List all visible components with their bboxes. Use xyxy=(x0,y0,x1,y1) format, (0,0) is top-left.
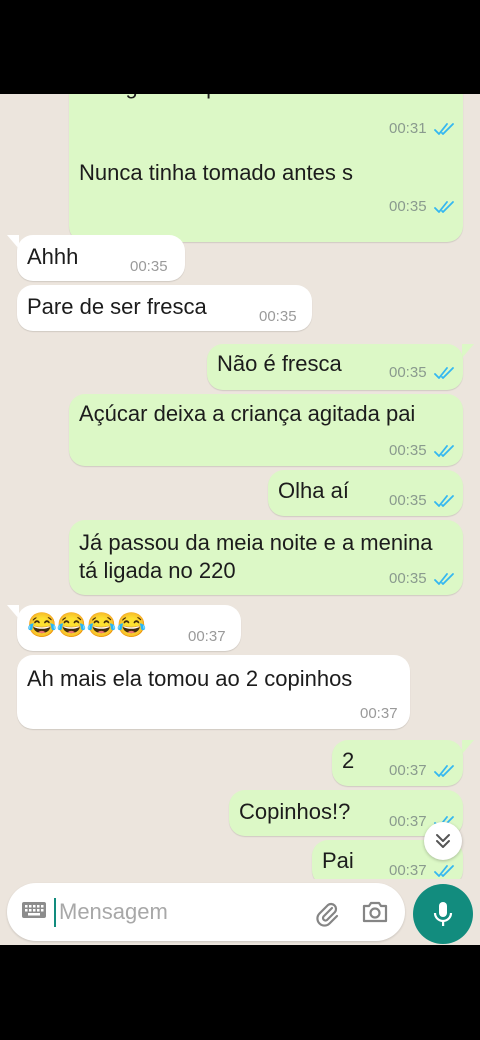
message-text: 2 xyxy=(342,748,355,773)
message-list[interactable]: Refrigerante pai? Ela só tem 3 anos 00:3… xyxy=(0,94,480,879)
bubble-tail xyxy=(462,344,474,358)
message-outgoing[interactable]: Refrigerante pai? Ela só tem 3 anos 00:3… xyxy=(69,94,463,242)
message-time: 00:37 xyxy=(188,628,226,645)
message-incoming[interactable]: Ahhh 00:35 xyxy=(17,235,185,281)
scroll-to-bottom-button[interactable] xyxy=(424,822,462,860)
message-text: Não é fresca xyxy=(217,351,342,376)
chat-screen: Refrigerante pai? Ela só tem 3 anos 00:3… xyxy=(0,94,480,945)
message-outgoing[interactable]: 2 00:37 xyxy=(332,740,463,786)
message-time: 00:35 xyxy=(130,258,168,275)
double-check-icon xyxy=(434,572,456,586)
message-text: Nunca tinha tomado antes s xyxy=(79,160,353,185)
mic-button[interactable] xyxy=(413,884,473,944)
message-time: 00:37 xyxy=(389,862,427,879)
message-text: Ah mais ela tomou ao 2 copinhos xyxy=(27,666,353,691)
double-check-icon xyxy=(434,122,456,136)
message-text: Açúcar deixa a criança agitada pai xyxy=(79,401,416,426)
double-check-icon xyxy=(434,366,456,380)
message-time: 00:37 xyxy=(360,705,398,722)
mic-icon xyxy=(433,902,453,926)
message-time: 00:31 xyxy=(389,120,427,137)
message-time: 00:35 xyxy=(259,308,297,325)
double-check-icon xyxy=(434,494,456,508)
double-check-icon xyxy=(434,864,456,878)
message-outgoing[interactable]: Olha aí 00:35 xyxy=(268,470,463,516)
message-text: tá ligada no 220 xyxy=(79,558,236,583)
camera-icon[interactable] xyxy=(361,899,389,925)
message-text: 😂😂😂😂 xyxy=(27,612,147,639)
double-check-icon xyxy=(434,200,456,214)
message-time: 00:35 xyxy=(389,442,427,459)
message-incoming[interactable]: Ah mais ela tomou ao 2 copinhos 00:37 xyxy=(17,655,410,729)
message-time: 00:35 xyxy=(389,570,427,587)
message-time: 00:37 xyxy=(389,813,427,830)
message-text: Refrigerante pai? Ela só tem 3 anos xyxy=(79,94,430,102)
chevron-double-down-icon xyxy=(436,834,450,848)
message-outgoing[interactable]: Já passou da meia noite e a menina tá li… xyxy=(69,520,463,595)
keyboard-icon[interactable] xyxy=(21,900,47,920)
text-caret xyxy=(54,898,56,927)
paperclip-icon[interactable] xyxy=(313,899,341,927)
message-time: 00:37 xyxy=(389,762,427,779)
message-input[interactable] xyxy=(59,893,299,931)
message-incoming[interactable]: Pare de ser fresca 00:35 xyxy=(17,285,312,331)
double-check-icon xyxy=(434,764,456,778)
message-text: Pai xyxy=(322,848,354,873)
message-outgoing[interactable]: Açúcar deixa a criança agitada pai 00:35 xyxy=(69,394,463,466)
message-incoming[interactable]: 😂😂😂😂 00:37 xyxy=(17,605,241,651)
message-time: 00:35 xyxy=(389,198,427,215)
message-text: Olha aí xyxy=(278,478,349,503)
message-time: 00:35 xyxy=(389,492,427,509)
double-check-icon xyxy=(434,444,456,458)
message-outgoing[interactable]: Não é fresca 00:35 xyxy=(207,344,463,390)
message-text: Já passou da meia noite e a menina xyxy=(79,530,433,555)
message-text: Copinhos!? xyxy=(239,799,351,824)
message-time: 00:35 xyxy=(389,364,427,381)
bubble-tail xyxy=(462,740,474,754)
message-text: Ahhh xyxy=(27,244,79,269)
message-text: Pare de ser fresca xyxy=(27,294,207,319)
message-composer xyxy=(7,883,405,941)
